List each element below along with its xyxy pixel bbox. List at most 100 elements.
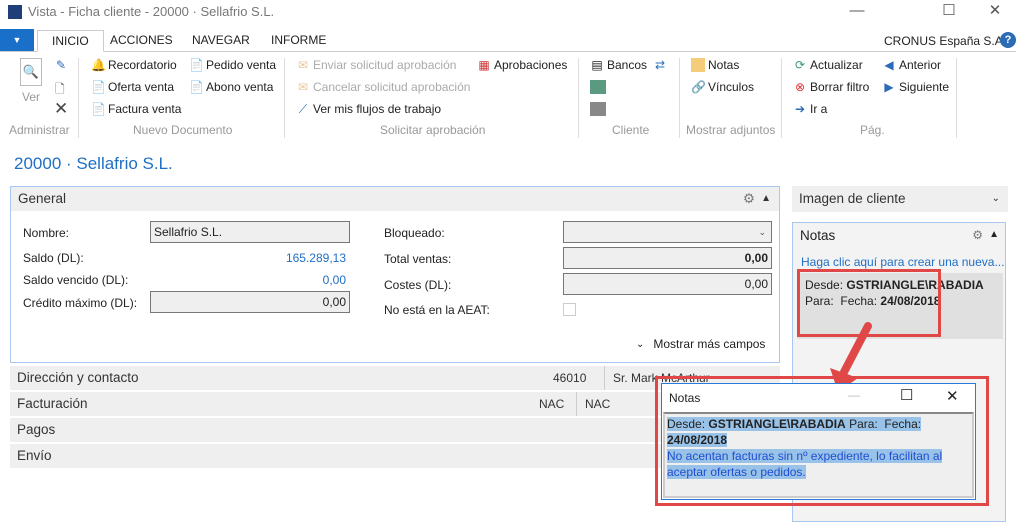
app-icon — [8, 5, 22, 19]
notas-button[interactable]: Notas — [691, 58, 739, 72]
general-title: General — [18, 191, 67, 206]
cancelar-solicitud-button[interactable]: ✉ Cancelar solicitud aprobación — [296, 80, 470, 94]
bloqueado-label: Bloqueado: — [384, 226, 445, 240]
vinculos-button[interactable]: 🔗 Vínculos — [691, 80, 754, 94]
label: Pedido venta — [206, 58, 277, 72]
separator — [78, 58, 79, 138]
popup-user: GSTRIANGLE\RABADIA — [708, 417, 846, 431]
credit-memo-icon: 📄 — [189, 80, 204, 94]
mostrar-mas-campos[interactable]: ⌄ Mostrar más campos — [636, 337, 765, 351]
chevron-down-icon: ⌄ — [636, 338, 645, 350]
label: Actualizar — [810, 58, 863, 72]
desde-label: Desde: — [667, 417, 706, 431]
tab-informe[interactable]: INFORME — [257, 30, 340, 52]
label: Bancos — [607, 58, 648, 72]
popup-note-text: No acentan facturas sin nº expediente, l… — [667, 449, 943, 479]
tab-acciones[interactable]: ACCIONES — [96, 30, 187, 52]
actualizar-button[interactable]: ⟳ Actualizar — [793, 58, 863, 72]
go-to-icon: ➔ — [794, 102, 806, 116]
separator — [284, 58, 285, 138]
chevron-down-icon: ⌄ — [991, 193, 1000, 204]
new-icon[interactable]: 🗋 — [55, 80, 65, 101]
total-ventas-field[interactable]: 0,00 — [563, 247, 772, 269]
oferta-venta-button[interactable]: 📄 Oferta venta — [91, 80, 174, 94]
popup-close[interactable]: ✕ — [946, 387, 959, 405]
app-menu-button[interactable]: ▼ — [0, 29, 34, 51]
invoice-icon: 📄 — [91, 102, 106, 116]
imagen-cliente-header[interactable]: Imagen de cliente ⌄ — [792, 186, 1008, 212]
popup-title: Notas — [669, 391, 701, 405]
label: Aprobaciones — [494, 58, 568, 72]
label: Abono venta — [206, 80, 274, 94]
anterior-button[interactable]: ◀ Anterior — [882, 58, 941, 72]
group-mostrar-adjuntos: Mostrar adjuntos — [686, 123, 776, 137]
group-nuevo-documento: Nuevo Documento — [133, 123, 233, 137]
saldo-label: Saldo (DL): — [23, 251, 84, 265]
statistics-icon[interactable]: ⇄ — [655, 58, 665, 72]
recordatorio-button[interactable]: 🔔 Recordatorio — [91, 58, 177, 72]
group-administrar: Administrar — [9, 123, 70, 137]
popup-date: 24/08/2018 — [667, 433, 728, 447]
separator — [781, 58, 782, 138]
ver-flujos-button[interactable]: ⟋ Ver mis flujos de trabajo — [296, 102, 441, 116]
ir-a-button[interactable]: ➔ Ir a — [793, 102, 827, 116]
general-header[interactable]: General ⚙ ▲ — [11, 187, 779, 211]
label: Siguiente — [899, 80, 950, 94]
group-pag: Pág. — [860, 123, 885, 137]
collapse-icon[interactable]: ▲ — [989, 229, 999, 240]
nombre-field[interactable]: Sellafrio S.L. — [150, 221, 350, 243]
order-icon: 📄 — [189, 58, 204, 72]
credito-field[interactable]: 0,00 — [150, 291, 350, 313]
separator — [956, 58, 957, 138]
settings-icon[interactable]: ⚙ — [743, 187, 755, 211]
ver-label: Ver — [21, 90, 40, 104]
bloqueado-select[interactable]: ⌄ — [563, 221, 772, 243]
borrar-filtro-button[interactable]: ⊗ Borrar filtro — [793, 80, 869, 94]
saldo-vencido-value[interactable]: 0,00 — [250, 273, 346, 287]
settings-icon[interactable]: ⚙ — [972, 228, 983, 242]
quote-icon: 📄 — [91, 80, 106, 94]
maximize-button[interactable]: ☐ — [926, 0, 972, 24]
collapse-icon[interactable]: ▲ — [761, 187, 771, 211]
clear-filter-icon: ⊗ — [794, 80, 806, 94]
bank-icon: ▤ — [591, 58, 603, 72]
summary-value: NAC — [539, 397, 565, 411]
factura-venta-button[interactable]: 📄 Factura venta — [91, 102, 181, 116]
close-button[interactable]: ✕ — [972, 0, 1016, 24]
bancos-button[interactable]: ▤ Bancos — [590, 58, 647, 72]
enviar-solicitud-button[interactable]: ✉ Enviar solicitud aprobación — [296, 58, 456, 72]
send-approval-icon: ✉ — [297, 58, 309, 72]
help-icon[interactable]: ? — [1000, 32, 1016, 48]
label: Mostrar más campos — [653, 337, 766, 351]
ver-button[interactable]: 🔍 Ver — [14, 58, 48, 104]
popup-minimize[interactable]: — — [848, 388, 860, 402]
group-cliente: Cliente — [612, 123, 650, 137]
edit-icon[interactable]: ✎ — [56, 58, 66, 72]
credito-label: Crédito máximo (DL): — [23, 296, 138, 310]
previous-icon: ◀ — [884, 58, 894, 72]
abono-venta-button[interactable]: 📄 Abono venta — [189, 80, 273, 94]
company-name: CRONUS España S.A. — [884, 34, 1007, 48]
label: Enviar solicitud aprobación — [313, 58, 457, 72]
section-title: Facturación — [17, 396, 88, 411]
tab-navegar[interactable]: NAVEGAR — [178, 30, 264, 52]
popup-note-body[interactable]: Desde: GSTRIANGLE\RABADIA Para: Fecha: 2… — [663, 412, 974, 498]
tab-inicio[interactable]: INICIO — [37, 30, 104, 52]
aprobaciones-button[interactable]: ▦ Aprobaciones — [477, 58, 567, 72]
notas-popup: Notas — ☐ ✕ Desde: GSTRIANGLE\RABADIA Pa… — [661, 383, 976, 500]
delete-icon[interactable]: ✕ — [54, 99, 68, 119]
costes-field[interactable]: 0,00 — [563, 273, 772, 295]
label: Oferta venta — [108, 80, 175, 94]
minimize-button[interactable]: — — [834, 0, 880, 24]
label: Anterior — [899, 58, 942, 72]
contact-icon[interactable] — [590, 102, 606, 116]
aeat-checkbox[interactable] — [563, 303, 576, 316]
customer-card-icon[interactable] — [590, 80, 606, 94]
popup-maximize[interactable]: ☐ — [900, 386, 913, 404]
create-note-link[interactable]: Haga clic aquí para crear una nueva... — [793, 255, 1005, 269]
siguiente-button[interactable]: ▶ Siguiente — [882, 80, 949, 94]
next-icon: ▶ — [884, 80, 894, 94]
pedido-venta-button[interactable]: 📄 Pedido venta — [189, 58, 276, 72]
saldo-value[interactable]: 165.289,13 — [250, 251, 346, 265]
selected-text: Desde: GSTRIANGLE\RABADIA Para: Fecha: 2… — [667, 417, 943, 479]
